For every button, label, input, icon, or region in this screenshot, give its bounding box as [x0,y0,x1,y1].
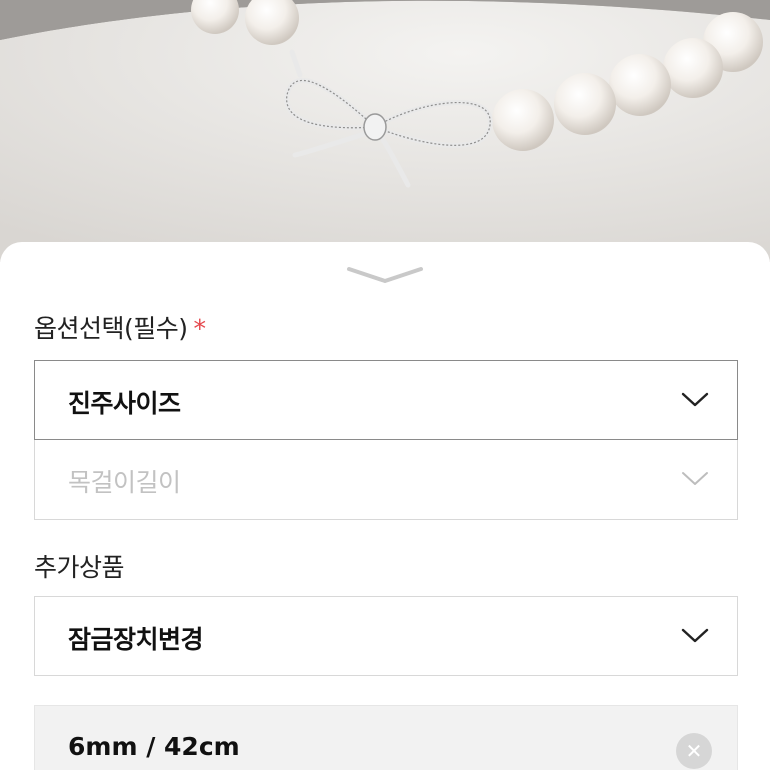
required-mark: * [193,314,207,343]
lock-change-label: 잠금장치변경 [68,625,204,654]
necklace-length-select[interactable]: 목걸이길이 [34,440,738,520]
pearl-size-select[interactable]: 진주사이즈 [34,360,738,440]
product-image [0,0,770,262]
pearl-size-label: 진주사이즈 [68,389,181,418]
chevron-down-icon [681,392,709,407]
options-section-title: 옵션선택(필수) * [34,309,206,345]
lock-change-select[interactable]: 잠금장치변경 [34,596,738,676]
pearl-necklace-illustration [0,0,770,262]
chevron-down-icon [682,472,708,485]
options-title-text: 옵션선택(필수) [34,314,188,343]
extras-section-title: 추가상품 [34,553,125,582]
chevron-down-icon[interactable] [345,264,425,284]
selected-option-label: 6mm / 42cm [68,732,240,761]
selected-option-item: 6mm / 42cm ✕ [34,705,738,770]
close-icon[interactable]: ✕ [676,733,712,769]
chevron-down-icon [681,628,709,643]
necklace-length-label: 목걸이길이 [68,468,181,497]
